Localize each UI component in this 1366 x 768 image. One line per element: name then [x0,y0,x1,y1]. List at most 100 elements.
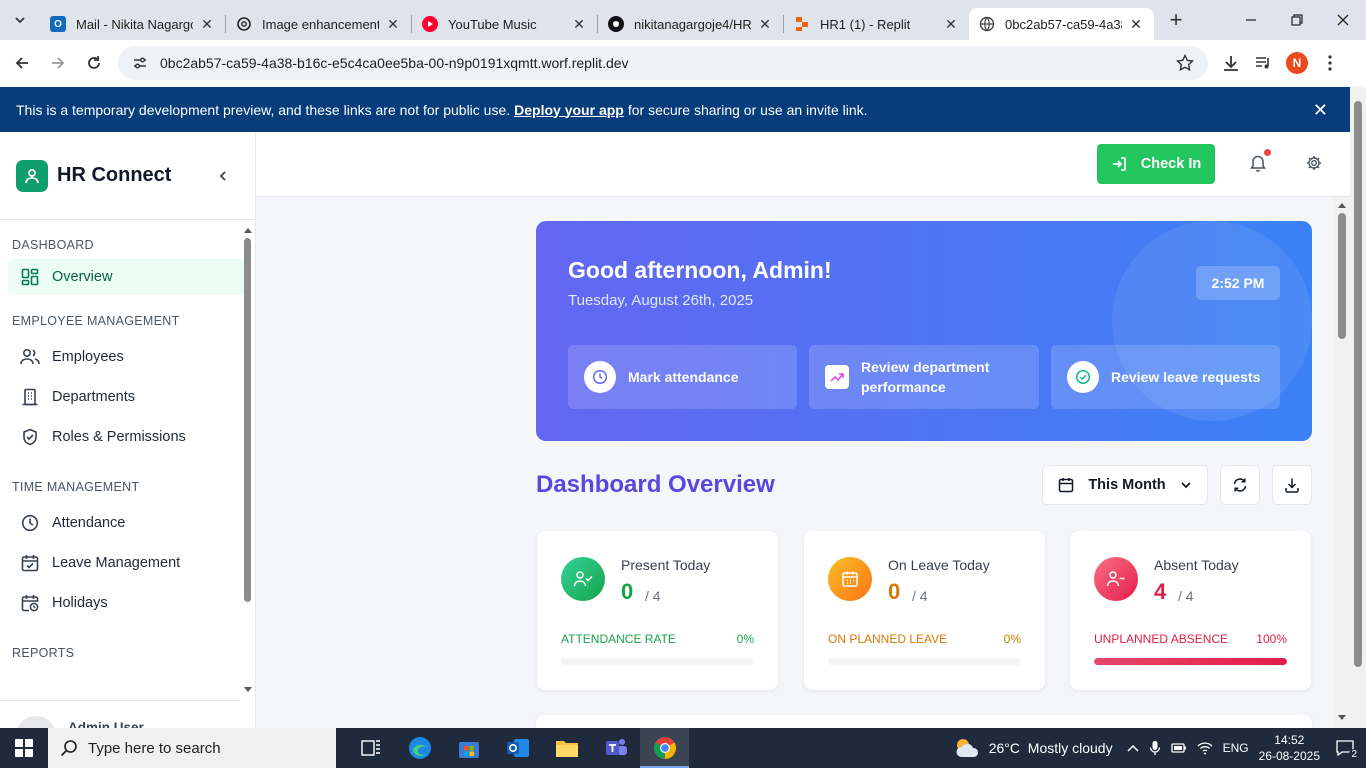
close-window-button[interactable] [1320,0,1366,40]
scrollbar-thumb[interactable] [1338,213,1346,339]
sidebar-item-attendance[interactable]: Attendance [8,505,247,541]
chevron-up-icon[interactable] [1127,743,1139,753]
close-icon[interactable]: ✕ [571,16,587,32]
bookmark-star-icon[interactable] [1176,54,1194,72]
taskbar-edge[interactable] [395,728,444,768]
progress-fill [1094,658,1287,665]
taskbar-store[interactable] [444,728,493,768]
close-icon[interactable]: ✕ [1313,100,1328,121]
sidebar-item-holidays[interactable]: Holidays [8,585,247,621]
notification-count: 2 [1349,749,1359,760]
restore-button[interactable] [1274,0,1320,40]
close-icon[interactable]: ✕ [385,16,401,32]
tab-search-button[interactable] [8,8,32,32]
quick-action-mark-attendance[interactable]: Mark attendance [568,345,797,409]
settings-button[interactable] [1306,155,1322,171]
back-button[interactable] [4,45,40,81]
collapse-sidebar-icon[interactable] [217,170,229,182]
scrollbar-thumb[interactable] [1354,101,1362,667]
close-icon [1337,14,1349,26]
youtube-music-icon [422,16,438,32]
page-scrollbar[interactable] [1350,87,1366,728]
stat-label: On Leave Today [888,557,990,573]
sidebar-item-departments[interactable]: Departments [8,379,247,415]
check-in-button[interactable]: Check In [1097,144,1215,184]
period-select[interactable]: This Month [1042,465,1208,505]
browser-tab[interactable]: YouTube Music ✕ [412,8,597,40]
nav-section-title: REPORTS [12,646,75,660]
site-info-icon[interactable] [132,55,148,71]
avatar[interactable] [16,716,56,728]
notifications-button[interactable] [1250,149,1271,172]
scroll-up-icon [1338,203,1346,208]
sidebar: HR Connect DASHBOARD Overview EMPLOYEE M… [0,132,256,728]
language-indicator[interactable]: ENG [1223,741,1249,755]
close-icon[interactable]: ✕ [757,16,773,32]
stat-percent: 0% [1003,632,1021,646]
taskbar-teams[interactable] [591,728,640,768]
weather-widget[interactable]: 26°C Mostly cloudy [953,737,1113,759]
scrollbar-thumb[interactable] [244,238,251,602]
microphone-icon[interactable] [1149,740,1161,756]
refresh-button[interactable] [1220,465,1260,505]
scroll-down-icon [244,687,252,692]
greeting: Good afternoon, Admin! [568,257,832,283]
deploy-link[interactable]: Deploy your app [514,102,624,118]
close-icon[interactable]: ✕ [199,16,215,32]
taskbar-file-explorer[interactable] [542,728,591,768]
sidebar-scrollbar[interactable] [240,224,255,696]
sidebar-item-label: Overview [52,269,113,285]
browser-tab[interactable]: Image enhancement ✕ [226,8,411,40]
reload-button[interactable] [76,45,112,81]
new-tab-button[interactable]: + [1162,6,1190,34]
outlook-icon [506,739,529,757]
calendar-icon [828,557,872,601]
battery-icon[interactable] [1170,741,1187,755]
browser-tab[interactable]: O Mail - Nikita Nagargoje ✕ [40,8,225,40]
task-view-button[interactable] [346,728,395,768]
close-icon[interactable]: ✕ [1128,16,1144,32]
address-bar[interactable]: 0bc2ab57-ca59-4a38-b16c-e5c4ca0ee5ba-00-… [118,46,1208,80]
taskbar-chrome[interactable] [640,728,689,768]
close-icon[interactable]: ✕ [943,16,959,32]
sidebar-item-employees[interactable]: Employees [8,339,247,375]
folder-icon [555,741,578,757]
task-view-icon [360,740,380,756]
sidebar-item-roles-permissions[interactable]: Roles & Permissions [8,419,247,455]
action-center-button[interactable]: 2 [1330,735,1360,761]
browser-tab-active[interactable]: 0bc2ab57-ca59-4a38 ✕ [969,8,1154,40]
quick-action-label: Mark attendance [628,369,739,385]
media-control-icon[interactable] [1254,54,1272,72]
wifi-icon[interactable] [1197,741,1213,755]
tab-title: HR1 (1) - Replit [820,16,911,32]
outlook-icon: O [50,16,66,32]
browser-tab[interactable]: nikitanagargoje4/HR ✕ [598,8,783,40]
taskbar-clock[interactable]: 14:52 26-08-2025 [1259,732,1320,764]
bell-icon [1250,155,1266,172]
check-circle-icon [1067,361,1099,393]
browser-tab[interactable]: HR1 (1) - Replit ✕ [784,8,969,40]
browser-toolbar: 0bc2ab57-ca59-4a38-b16c-e5c4ca0ee5ba-00-… [0,40,1366,86]
forward-button[interactable] [40,45,76,81]
next-section-card [536,715,1312,728]
download-icon [1285,478,1299,493]
quick-action-review-leave[interactable]: Review leave requests [1051,345,1280,409]
tab-title: Image enhancement [262,16,379,32]
quick-action-review-department[interactable]: Review department performance [809,345,1039,409]
stat-value: 0 [621,579,634,604]
start-button[interactable] [0,728,48,768]
profile-avatar[interactable]: N [1286,52,1308,74]
main-scrollbar[interactable] [1334,197,1350,728]
minimize-button[interactable] [1228,0,1274,40]
taskbar-search[interactable]: Type here to search [48,728,336,768]
sidebar-item-overview[interactable]: Overview [8,259,247,295]
taskbar-outlook[interactable] [493,728,542,768]
more-menu-icon[interactable] [1322,54,1338,72]
refresh-icon [1233,478,1247,492]
plus-icon: + [1169,7,1183,32]
download-icon[interactable] [1222,54,1240,72]
dashboard-grid-icon [20,267,40,287]
download-button[interactable] [1272,465,1312,505]
sidebar-item-label: Departments [52,389,136,405]
sidebar-item-leave-management[interactable]: Leave Management [8,545,247,581]
